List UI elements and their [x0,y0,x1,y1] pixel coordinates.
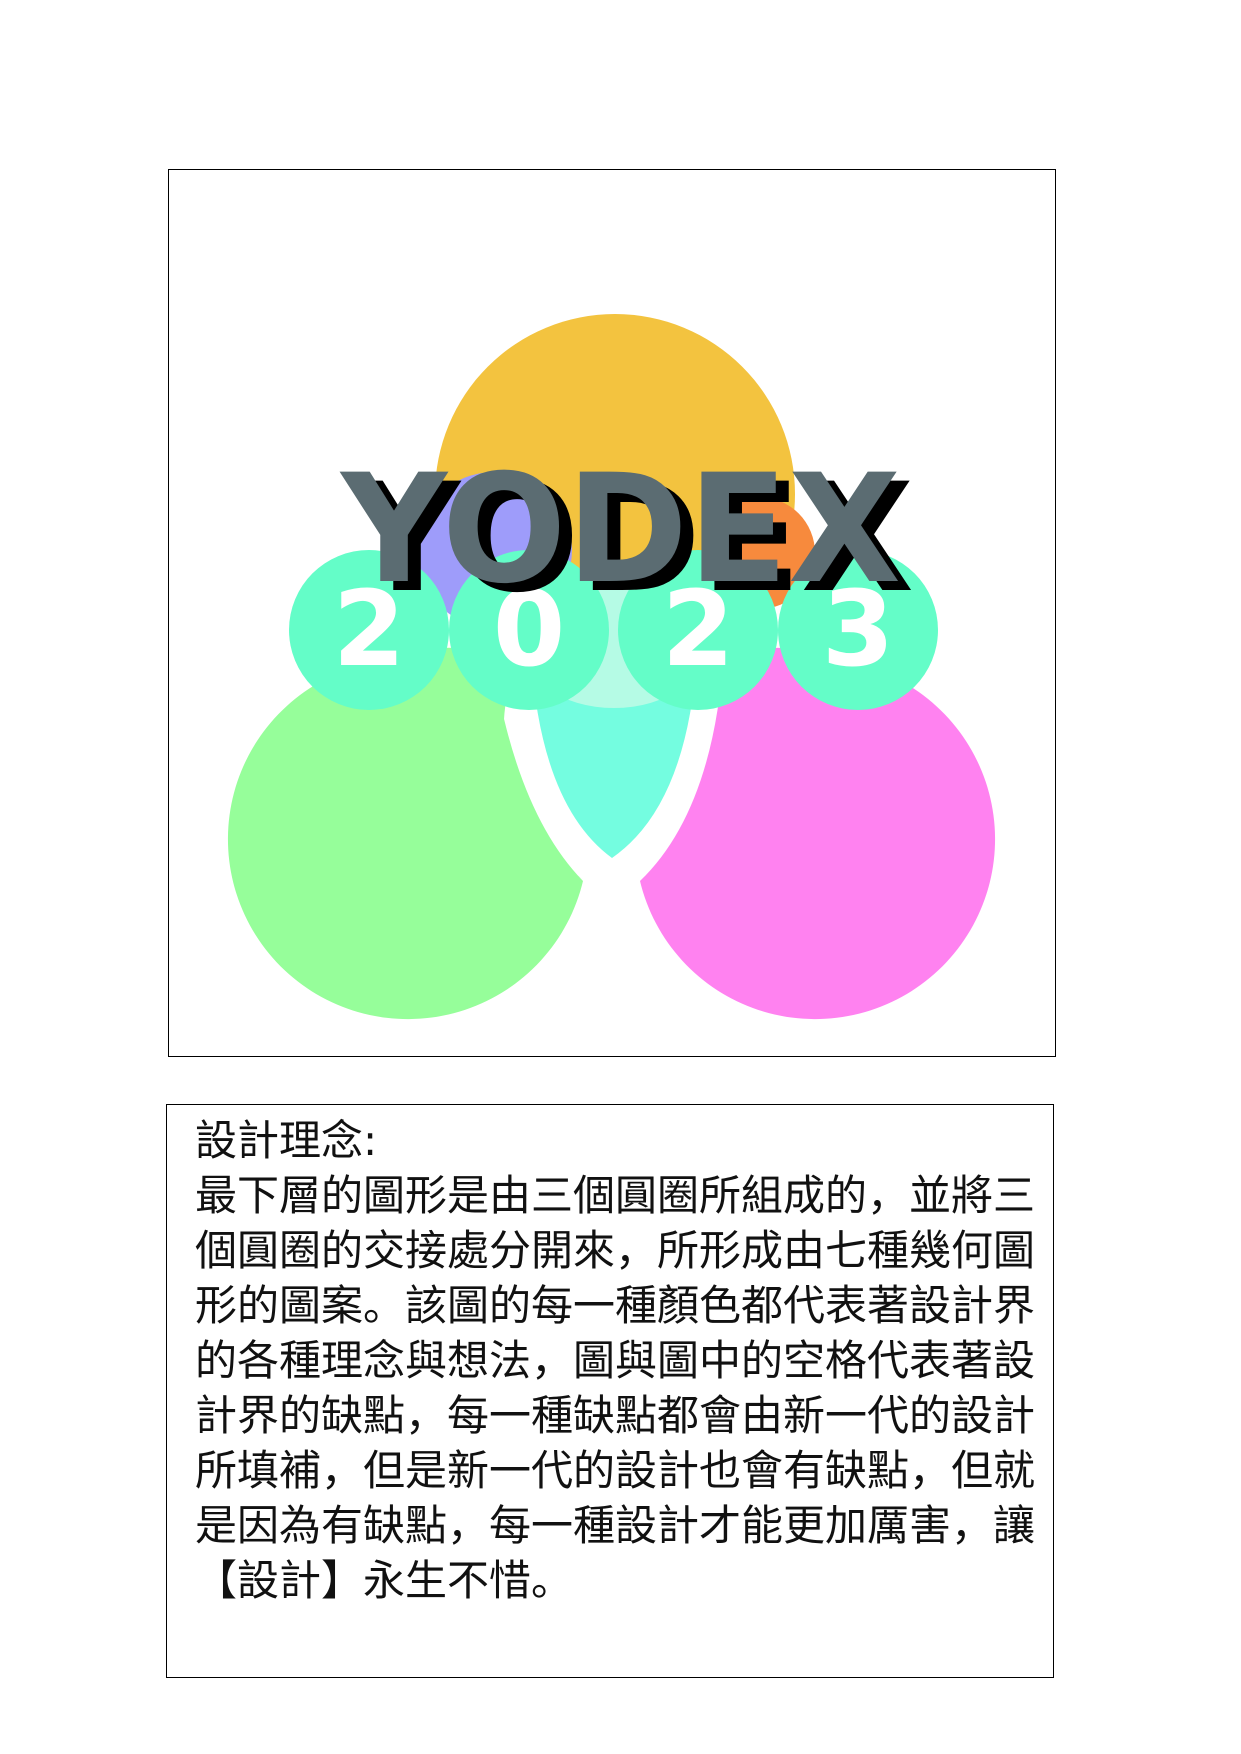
concept-body: 最下層的圖形是由三個圓圈所組成的，並將三個圓圈的交接處分開來，所形成由七種幾何圖… [195,1171,1036,1605]
yodex-logo: 2 0 2 3 YODEX YODEX [227,314,996,1020]
logo-frame: 2 0 2 3 YODEX YODEX [168,169,1056,1057]
concept-panel: 設計理念: 最下層的圖形是由三個圓圈所組成的，並將三個圓圈的交接處分開來，所形成… [166,1104,1054,1678]
concept-title: 設計理念: [195,1116,378,1165]
logo-word: YODEX [339,443,901,617]
